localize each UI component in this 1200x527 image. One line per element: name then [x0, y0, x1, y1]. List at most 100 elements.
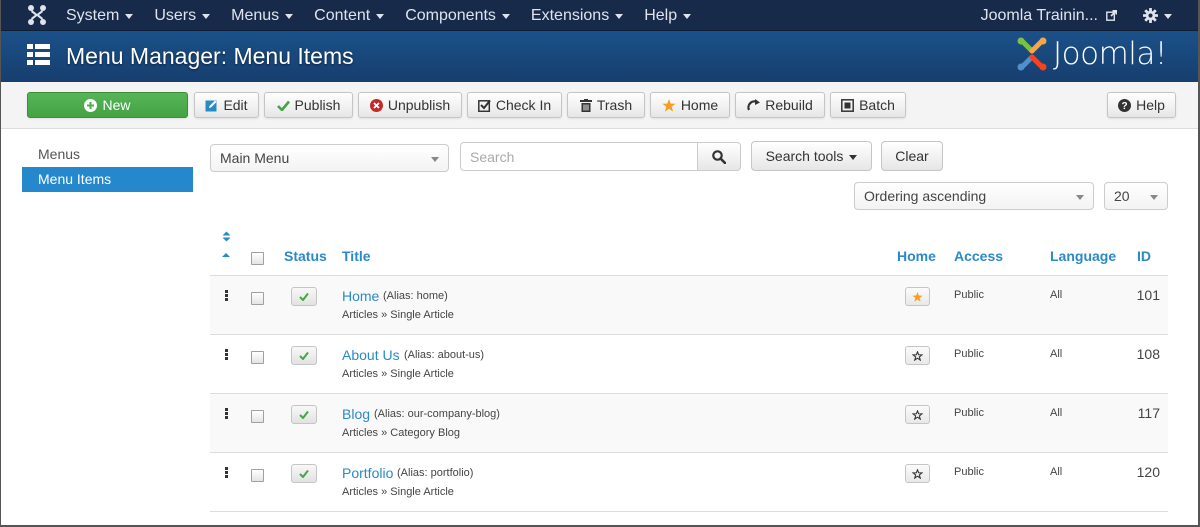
star-icon	[912, 291, 923, 302]
table-row: About Us (Alias: about-us) Articles » Si…	[210, 335, 1168, 394]
svg-text:?: ?	[1122, 101, 1128, 112]
sidebar: Menus Menu Items	[22, 142, 193, 192]
column-access[interactable]: Access	[954, 248, 1003, 264]
trash-button[interactable]: Trash	[567, 92, 645, 118]
item-access: Public	[954, 348, 984, 360]
joomla-brand-logo: Joomla!	[1015, 36, 1167, 72]
item-language: All	[1050, 348, 1063, 360]
toolbar: New Edit Publish Unpublish Check In Tras…	[0, 82, 1200, 129]
nav-system[interactable]: System	[66, 7, 134, 25]
row-checkbox[interactable]	[251, 351, 264, 364]
sidebar-item-menus[interactable]: Menus	[22, 142, 193, 167]
settings-menu[interactable]	[1143, 8, 1172, 23]
check-in-button[interactable]: Check In	[467, 92, 562, 118]
site-link[interactable]: Joomla Trainin...	[981, 7, 1117, 25]
help-button[interactable]: ? Help	[1107, 92, 1176, 118]
select-value: 20	[1114, 188, 1130, 204]
rebuild-button[interactable]: Rebuild	[735, 92, 825, 118]
item-title-link[interactable]: Home	[342, 288, 379, 304]
main-menu: System Users Menus Content Components Ex…	[66, 0, 712, 31]
item-id: 101	[1136, 287, 1160, 303]
column-title[interactable]: Title	[342, 248, 371, 264]
select-value: Ordering ascending	[864, 188, 987, 204]
home-toggle[interactable]	[905, 287, 930, 306]
chevron-down-icon	[431, 157, 439, 162]
search-input[interactable]	[460, 142, 698, 171]
item-language: All	[1050, 466, 1063, 478]
new-button[interactable]: New	[27, 92, 188, 118]
drag-handle-icon[interactable]	[225, 467, 228, 479]
clear-button[interactable]: Clear	[881, 141, 943, 171]
edit-button[interactable]: Edit	[194, 92, 259, 118]
limit-select[interactable]: 20	[1104, 182, 1168, 210]
check-icon	[299, 292, 309, 301]
nav-components[interactable]: Components	[405, 7, 510, 25]
publish-toggle[interactable]	[291, 464, 317, 483]
caret-down-icon	[1164, 14, 1172, 19]
button-label: Publish	[294, 97, 341, 113]
item-title-link[interactable]: Blog	[342, 406, 370, 422]
chevron-down-icon	[1076, 195, 1084, 200]
home-toggle[interactable]	[905, 346, 930, 365]
row-checkbox[interactable]	[251, 410, 264, 423]
square-icon	[841, 98, 855, 112]
table-row: Home (Alias: home) Articles » Single Art…	[210, 276, 1168, 335]
search-tools-button[interactable]: Search tools	[751, 141, 872, 171]
publish-button[interactable]: Publish	[264, 92, 353, 118]
drag-handle-icon[interactable]	[225, 349, 228, 361]
external-link-icon	[1106, 10, 1117, 21]
top-navbar: System Users Menus Content Components Ex…	[0, 0, 1200, 31]
drag-handle-icon[interactable]	[225, 408, 228, 420]
nav-help[interactable]: Help	[644, 6, 692, 25]
joomla-icon[interactable]	[27, 4, 47, 26]
item-title-link[interactable]: Portfolio	[342, 465, 393, 481]
button-label: Help	[1136, 97, 1165, 113]
row-checkbox[interactable]	[251, 292, 264, 305]
check-icon	[299, 410, 309, 419]
button-label: Batch	[859, 97, 895, 113]
menu-select[interactable]: Main Menu	[210, 144, 449, 172]
nav-menus[interactable]: Menus	[231, 7, 294, 25]
nav-label: Help	[644, 6, 678, 24]
select-all-checkbox[interactable]	[251, 252, 264, 265]
column-status[interactable]: Status	[284, 248, 327, 264]
nav-label: Components	[405, 6, 496, 24]
publish-toggle[interactable]	[291, 346, 317, 365]
edit-icon	[205, 99, 218, 112]
item-type: Articles » Single Article	[342, 486, 454, 498]
unpublish-button[interactable]: Unpublish	[358, 92, 462, 118]
home-toggle[interactable]	[905, 405, 930, 424]
button-label: New	[102, 97, 131, 113]
nav-extensions[interactable]: Extensions	[531, 7, 624, 25]
item-type: Articles » Category Blog	[342, 427, 460, 439]
nav-content[interactable]: Content	[314, 7, 385, 25]
button-label: Clear	[895, 148, 929, 164]
home-toggle[interactable]	[905, 464, 930, 483]
batch-button[interactable]: Batch	[830, 92, 906, 118]
drag-handle-icon[interactable]	[225, 290, 228, 302]
home-button[interactable]: Home	[650, 92, 730, 118]
list-icon	[27, 44, 50, 65]
nav-users[interactable]: Users	[154, 7, 211, 25]
sort-icon[interactable]	[222, 231, 231, 242]
publish-toggle[interactable]	[291, 287, 317, 306]
caret-down-icon	[615, 14, 624, 19]
chevron-down-icon	[1150, 195, 1158, 200]
checkbox-icon	[477, 99, 491, 112]
check-icon	[299, 469, 309, 478]
sidebar-item-menu-items[interactable]: Menu Items	[22, 167, 193, 192]
column-id[interactable]: ID	[1137, 248, 1151, 264]
button-label: Search tools	[765, 148, 844, 164]
row-checkbox[interactable]	[251, 469, 264, 482]
publish-toggle[interactable]	[291, 405, 317, 424]
ordering-select[interactable]: Ordering ascending	[854, 182, 1094, 210]
column-home[interactable]: Home	[897, 248, 936, 264]
item-title-link[interactable]: About Us	[342, 347, 400, 363]
column-language[interactable]: Language	[1050, 248, 1116, 264]
trash-icon	[579, 98, 592, 112]
search-button[interactable]	[697, 142, 741, 171]
sort-asc-icon[interactable]	[222, 253, 230, 257]
refresh-icon	[747, 99, 761, 111]
item-access: Public	[954, 466, 984, 478]
check-icon	[276, 100, 290, 111]
